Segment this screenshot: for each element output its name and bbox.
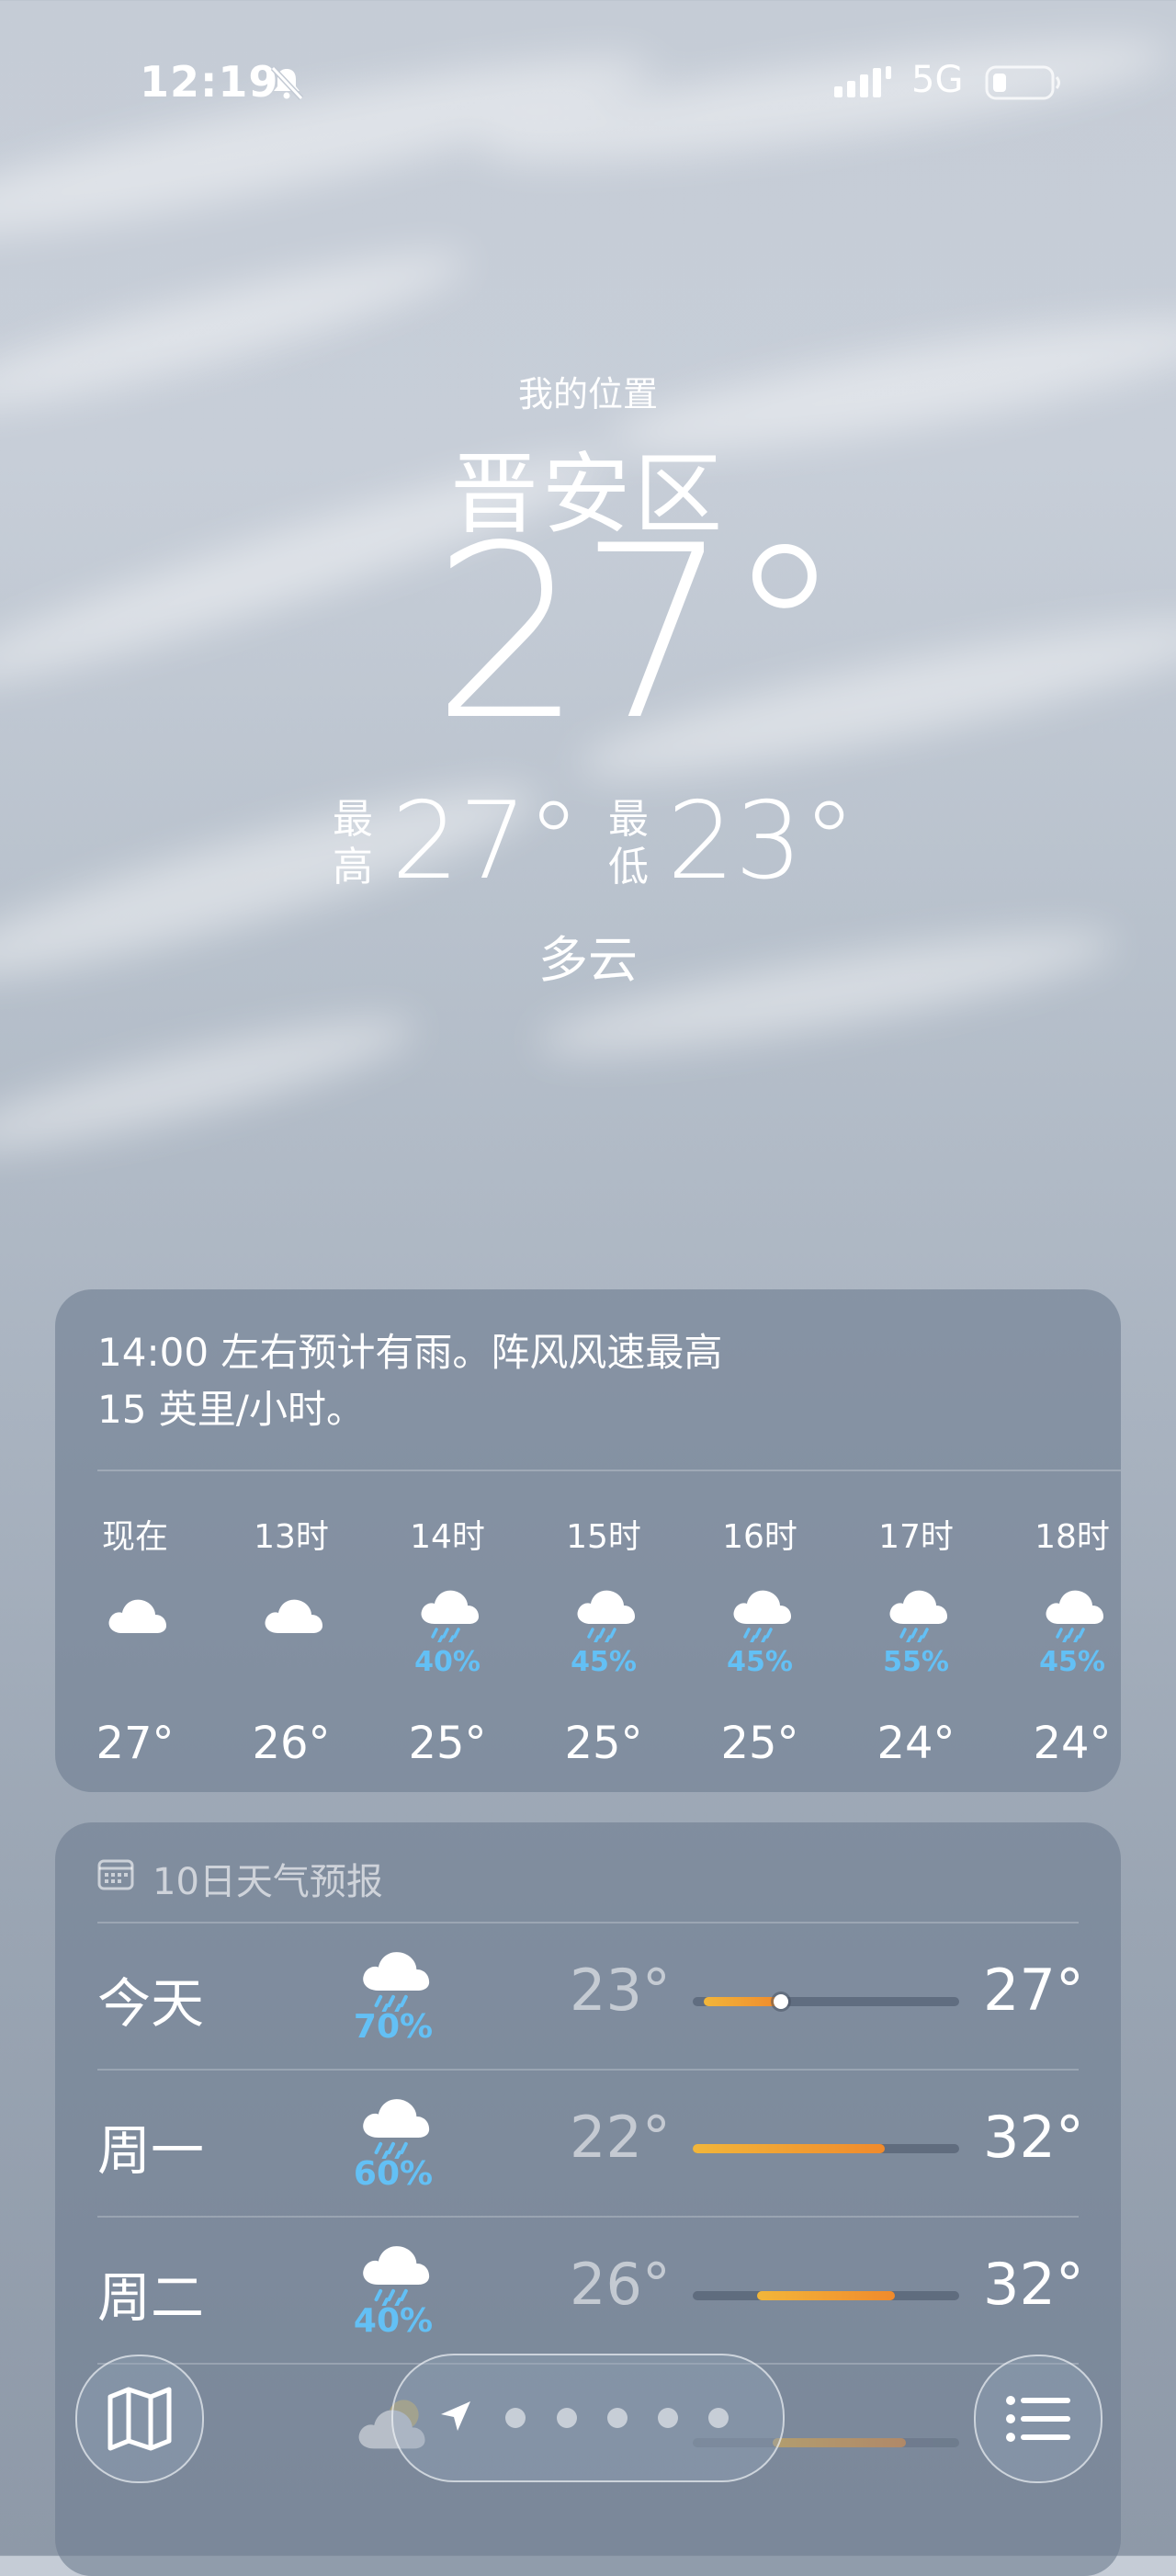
page-dot[interactable] (557, 2408, 577, 2428)
rain-cloud-icon (727, 1582, 793, 1644)
calendar-icon (97, 1859, 134, 1890)
page-indicator[interactable] (391, 2354, 785, 2482)
precipitation-chance: 40% (353, 2302, 434, 2340)
forecast-summary: 14:00 左右预计有雨。阵风风速最高 15 英里/小时。 (97, 1330, 723, 1432)
page-dot[interactable] (658, 2408, 678, 2428)
hour-temperature: 26° (252, 1718, 331, 1769)
high-temperature: 27° (391, 779, 581, 903)
location-label: 我的位置 (517, 374, 658, 414)
cloud-icon (102, 1582, 168, 1642)
temperature-range-bar (693, 2144, 959, 2153)
hourly-forecast-card[interactable]: 14:00 左右预计有雨。阵风风速最高 15 英里/小时。 现在 27° 13时 26… (55, 1289, 1121, 1792)
hour-temperature: 25° (408, 1718, 487, 1769)
rain-cloud-icon (571, 1582, 637, 1644)
silent-bell-icon (270, 65, 304, 101)
low-temperature: 26° (570, 2251, 671, 2318)
hour-label: 14时 (410, 1518, 485, 1556)
precipitation-chance: 55% (883, 1646, 949, 1678)
day-label: 周二 (97, 2266, 205, 2329)
rain-cloud-icon (355, 2236, 432, 2309)
precipitation-chance: 45% (1039, 1646, 1105, 1678)
current-temperature-dot (773, 1994, 788, 2009)
hour-label: 17时 (878, 1518, 954, 1556)
cloud-icon (258, 1582, 324, 1642)
low-temperature: 23° (667, 779, 856, 903)
list-icon (1006, 2396, 1070, 2442)
day-label: 今天 (97, 1972, 205, 2035)
high-low-temperatures: 最高 27° 最低 23° (331, 789, 882, 899)
map-button[interactable] (75, 2355, 204, 2483)
temperature-range-fill (773, 2438, 906, 2447)
status-bar: 12:19 5G (0, 55, 1176, 119)
high-temperature: 27° (983, 1957, 1084, 2024)
rain-cloud-icon (355, 1942, 432, 2014)
page-dot[interactable] (505, 2408, 526, 2428)
temperature-range-fill (693, 2144, 885, 2153)
daily-row[interactable]: 今天 70% 23° 27° (55, 1923, 1121, 2071)
temperature-range-fill (703, 1997, 781, 2006)
battery-icon (985, 65, 1060, 100)
rain-cloud-icon (414, 1582, 481, 1644)
daily-row[interactable]: 周二 40% 26° 32° (55, 2218, 1121, 2365)
low-temperature: 23° (570, 1957, 671, 2024)
hour-label: 16时 (722, 1518, 797, 1556)
high-temperature: 32° (983, 2104, 1084, 2171)
hour-temperature: 24° (876, 1718, 956, 1769)
precipitation-chance: 45% (571, 1646, 637, 1678)
rain-cloud-icon (355, 2089, 432, 2162)
hour-label: 18时 (1035, 1518, 1110, 1556)
low-label: 最低 (608, 796, 649, 891)
map-icon (107, 2387, 172, 2451)
current-location-arrow-icon (441, 2401, 470, 2431)
hour-label: 13时 (254, 1518, 329, 1556)
precipitation-chance: 60% (353, 2155, 434, 2193)
hour-temperature: 25° (720, 1718, 799, 1769)
status-time: 12:19 (140, 57, 279, 107)
page-dot[interactable] (708, 2408, 729, 2428)
city-list-button[interactable] (974, 2355, 1102, 2483)
current-temperature: 27° (432, 495, 844, 773)
daily-row[interactable]: 周一 60% 22° 32° (55, 2071, 1121, 2218)
rain-cloud-icon (1039, 1582, 1105, 1644)
day-label: 周一 (97, 2119, 205, 2182)
cellular-signal-icon (834, 66, 891, 97)
precipitation-chance: 70% (353, 2008, 434, 2046)
precipitation-chance: 45% (727, 1646, 793, 1678)
high-label: 最高 (333, 796, 373, 891)
low-temperature: 22° (570, 2104, 671, 2171)
temperature-range-fill (756, 2291, 896, 2300)
hour-label: 现在 (101, 1518, 168, 1556)
hourly-list[interactable]: 现在 27° 13时 26° 14时 40% 25° 15时 45% 25° 16时 45% 25° 17… (55, 1501, 1121, 1776)
hour-label: 15时 (566, 1518, 641, 1556)
hour-temperature: 25° (564, 1718, 643, 1769)
temperature-range-bar (693, 2291, 959, 2300)
weather-condition: 多云 (538, 931, 638, 989)
hour-temperature: 24° (1033, 1718, 1112, 1769)
daily-forecast-title: 10日天气预报 (153, 1861, 383, 1903)
hour-temperature: 27° (96, 1718, 175, 1769)
network-type: 5G (911, 59, 964, 101)
page-dot[interactable] (607, 2408, 628, 2428)
high-temperature: 32° (983, 2251, 1084, 2318)
divider (97, 1470, 1121, 1471)
precipitation-chance: 40% (414, 1646, 481, 1678)
temperature-range-bar (693, 1994, 959, 2009)
rain-cloud-icon (883, 1582, 949, 1644)
